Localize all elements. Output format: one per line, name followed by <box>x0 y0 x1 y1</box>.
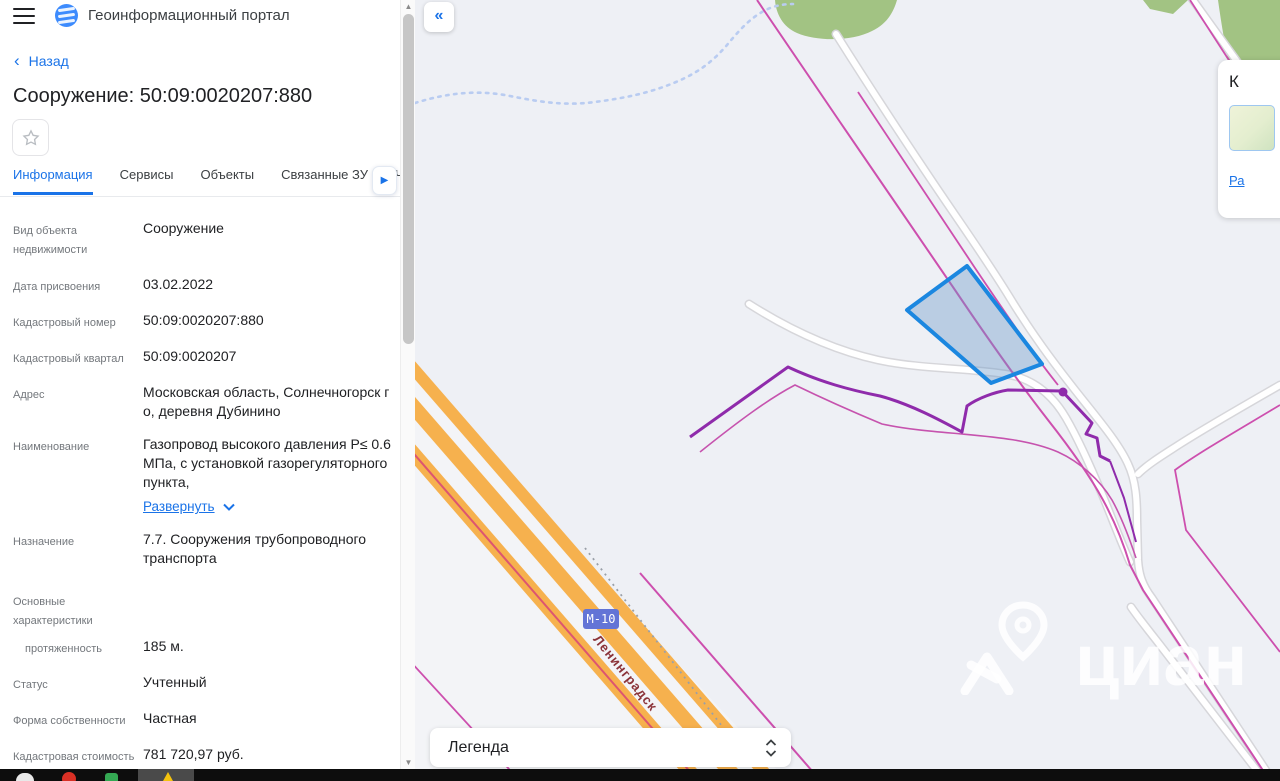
field-row: Кадастровый номер 50:09:0020207:880 <box>13 311 398 333</box>
field-row: Кадастровый квартал 50:09:0020207 <box>13 347 398 369</box>
scrollbar-down-icon[interactable]: ▼ <box>401 756 416 769</box>
field-label: Дата присвоения <box>13 281 101 293</box>
field-row: Вид объекта недвижимости Сооружение <box>13 219 398 260</box>
expand-chevron-icon <box>222 503 235 511</box>
scrollbar-thumb[interactable] <box>403 14 414 344</box>
field-row: Форма собственности Частная <box>13 709 398 731</box>
basemap-thumbnail[interactable] <box>1229 105 1275 151</box>
tab-overflow-arrow-icon: ▶ <box>380 175 389 186</box>
field-value: 7.7. Сооружения трубопроводного транспор… <box>143 531 367 566</box>
road-badge: М-10 <box>583 609 619 629</box>
field-row: Дата присвоения 03.02.2022 <box>13 275 398 297</box>
object-info-sidebar: Геоинформационный портал ‹ Назад Сооруже… <box>0 0 400 781</box>
attributes-list: Вид объекта недвижимости Сооружение Дата… <box>13 219 398 781</box>
field-row: Наименование Газопровод высокого давлени… <box>13 435 398 516</box>
field-value: 03.02.2022 <box>143 276 214 292</box>
field-row: Адрес Московская область, Солнечногорск … <box>13 383 398 421</box>
field-label: Кадастровый номер <box>13 317 116 329</box>
field-value-text: Газопровод высокого давления Р≤ 0.6 МПа,… <box>143 436 391 490</box>
field-value: 50:09:0020207:880 <box>143 312 264 328</box>
field-label: Кадастровая стоимость <box>13 751 135 763</box>
field-label: Назначение <box>13 536 75 548</box>
map-canvas[interactable] <box>415 0 1280 781</box>
field-value: 781 720,97 руб. <box>143 746 244 762</box>
field-label: Форма собственности <box>13 715 126 727</box>
tab-information[interactable]: Информация <box>13 167 93 195</box>
field-value: Учтенный <box>143 674 207 690</box>
page-title: Сооружение: 50:09:0020207:880 <box>13 85 313 107</box>
back-chevron-icon: ‹ <box>14 51 20 70</box>
field-label: протяженность <box>25 643 102 655</box>
field-row: Кадастровая стоимость 781 720,97 руб. <box>13 745 398 767</box>
sidebar-header: Геоинформационный портал <box>0 0 400 34</box>
field-value: 50:09:0020207 <box>143 348 237 364</box>
basemap-panel-title: К <box>1229 72 1239 91</box>
field-value <box>143 590 396 631</box>
field-row: Назначение 7.7. Сооружения трубопроводно… <box>13 530 398 568</box>
sidebar-scrollbar[interactable]: ▲ ▼ <box>400 0 415 781</box>
tab-objects[interactable]: Объекты <box>200 167 254 192</box>
map-viewport[interactable]: « М-10 Ленинградск циан К Ра Легенда <box>415 0 1280 781</box>
field-label: Основные характеристики <box>13 596 93 627</box>
field-row: протяженность 185 м. <box>13 637 398 659</box>
tab-bar: Информация Сервисы Объекты Связанные ЗУ … <box>0 167 400 197</box>
os-taskbar <box>0 769 1280 781</box>
tab-services[interactable]: Сервисы <box>120 167 174 192</box>
legend-expander-icon[interactable] <box>765 738 777 757</box>
legend-title: Легенда <box>448 738 509 756</box>
favorite-button[interactable] <box>12 119 49 156</box>
expand-link[interactable]: Развернуть <box>143 497 215 516</box>
field-label: Наименование <box>13 441 90 453</box>
pipeline-node <box>1058 387 1068 397</box>
field-label: Вид объекта недвижимости <box>13 225 88 256</box>
scrollbar-up-icon[interactable]: ▲ <box>401 0 416 13</box>
taskbar-app-icon[interactable] <box>105 773 118 781</box>
hamburger-menu-icon[interactable] <box>13 8 35 24</box>
star-icon <box>21 128 40 146</box>
basemap-panel: К Ра <box>1218 60 1280 218</box>
collapse-sidebar-button[interactable]: « <box>424 2 454 32</box>
field-value: Газопровод высокого давления Р≤ 0.6 МПа,… <box>143 435 396 516</box>
field-value: Московская область, Солнечногорск г о, д… <box>143 384 390 419</box>
field-row: Статус Учтенный <box>13 673 398 695</box>
back-label: Назад <box>28 53 69 69</box>
legend-bar[interactable]: Легенда <box>430 728 791 767</box>
basemap-panel-link[interactable]: Ра <box>1229 173 1244 188</box>
taskbar-app-icon[interactable] <box>62 772 76 781</box>
tabs-scroll-right-button[interactable]: ▶ <box>372 166 397 195</box>
geo-portal-app: Геоинформационный портал ‹ Назад Сооруже… <box>0 0 1280 781</box>
field-label: Статус <box>13 679 48 691</box>
stream-line <box>415 2 795 105</box>
collapse-sidebar-icon: « <box>434 7 444 24</box>
portal-logo-icon <box>55 4 78 27</box>
taskbar-app-icon[interactable] <box>16 773 34 781</box>
field-value: Сооружение <box>143 220 224 236</box>
field-label: Адрес <box>13 389 45 401</box>
field-value: 185 м. <box>143 638 184 654</box>
field-value: Частная <box>143 710 197 726</box>
taskbar-app-icon[interactable] <box>163 772 173 781</box>
app-title: Геоинформационный портал <box>88 7 290 24</box>
field-row: Основные характеристики <box>13 590 398 631</box>
forest-area <box>1143 0 1188 14</box>
gas-pipeline-line[interactable] <box>689 365 1137 543</box>
expand-row: Развернуть <box>143 497 396 516</box>
back-button[interactable]: ‹ Назад <box>14 51 69 70</box>
tab-related-parcels[interactable]: Связанные ЗУ <box>281 167 368 192</box>
field-label: Кадастровый квартал <box>13 353 124 365</box>
